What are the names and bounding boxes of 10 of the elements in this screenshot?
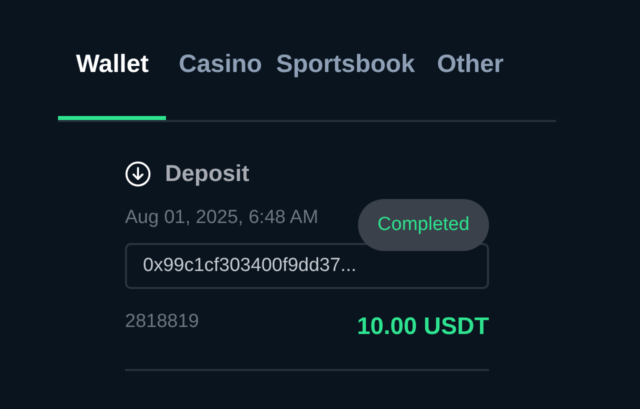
- hash-field[interactable]: 0x99c1cf303400f9dd37...: [125, 243, 489, 289]
- tab[interactable]: Casino: [166, 44, 270, 120]
- transaction-date: Aug 01, 2025, 6:48 AM: [125, 207, 318, 229]
- transaction-type: Deposit: [165, 160, 250, 187]
- transaction-id: 2818819: [125, 311, 199, 333]
- status-badge: Completed: [358, 199, 489, 251]
- tab[interactable]: Sportsbook: [269, 44, 427, 120]
- tab[interactable]: Other: [426, 44, 524, 120]
- download-icon: [125, 160, 151, 186]
- transaction-amount: 10.00 USDT: [356, 313, 489, 341]
